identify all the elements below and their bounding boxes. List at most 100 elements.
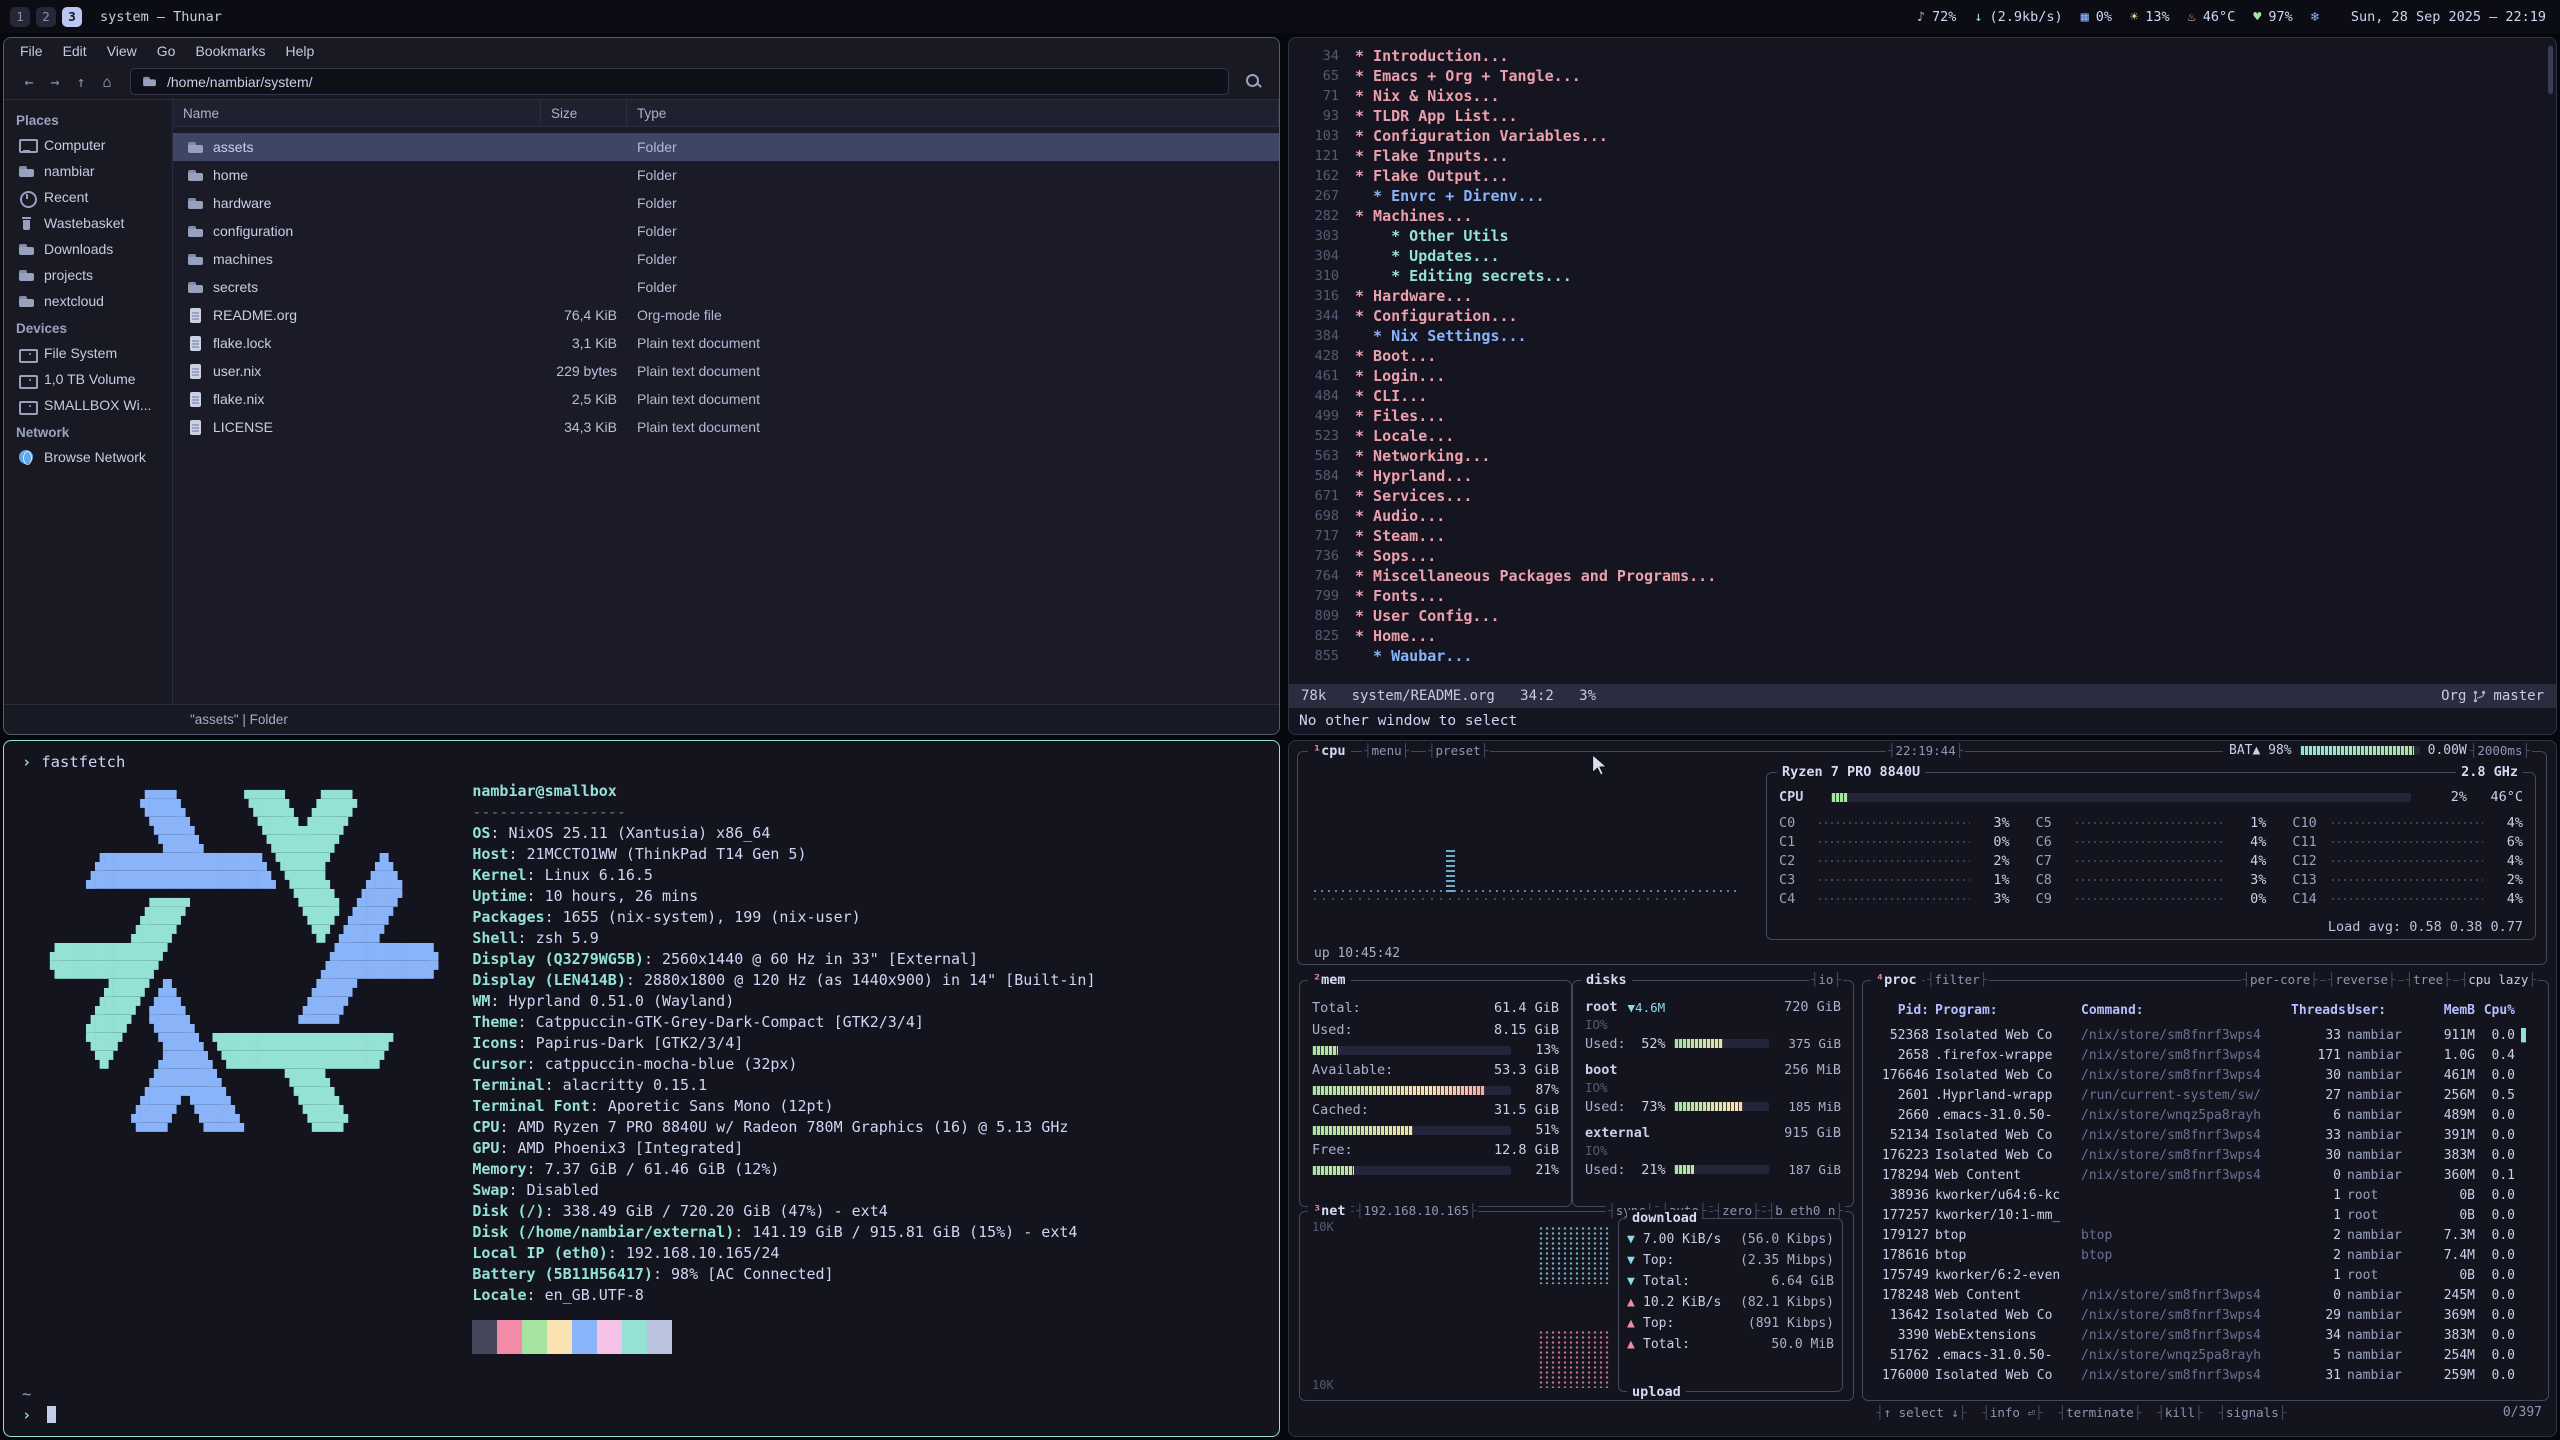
terminal-window[interactable]: ›fastfetch ▗▄▄▄ ▗▄▄▄▄ ▄▄▄▖ ▜███▙ ▜███▙ ▟… — [3, 740, 1280, 1437]
sidebar-item-browse-network[interactable]: Browse Network — [4, 444, 172, 470]
menu-item[interactable]: File — [10, 38, 53, 64]
file-row[interactable]: assets Folder — [173, 133, 1279, 161]
proc-toggle[interactable]: per-core — [2241, 972, 2320, 987]
file-row[interactable]: hardware Folder — [173, 189, 1279, 217]
scrollbar-thumb[interactable] — [2548, 46, 2553, 94]
process-row[interactable]: 178616btopbtop2nambiar7.4M0.0 — [1873, 1245, 2538, 1265]
sidebar-item-file-system[interactable]: File System — [4, 340, 172, 366]
proc-column-header[interactable]: Command: — [2081, 1003, 2285, 1018]
path-bar[interactable]: /home/nambiar/system/ — [130, 68, 1229, 95]
up-button[interactable]: ↑ — [68, 69, 94, 95]
sidebar-item-projects[interactable]: projects — [4, 262, 172, 288]
process-row[interactable]: 178294Web Content/nix/store/sm8fnrf3wps4… — [1873, 1165, 2538, 1185]
process-row[interactable]: 176646Isolated Web Co/nix/store/sm8fnrf3… — [1873, 1065, 2538, 1085]
process-row[interactable]: 52134Isolated Web Co/nix/store/sm8fnrf3w… — [1873, 1125, 2538, 1145]
preset-button[interactable]: preset — [1426, 743, 1490, 758]
globe-icon — [18, 449, 35, 466]
workspace-3[interactable]: 3 — [62, 7, 82, 27]
column-header-name[interactable]: Name — [173, 100, 541, 126]
process-row[interactable]: 38936kworker/u64:6-kc1root0B0.0 — [1873, 1185, 2538, 1205]
footer-button[interactable]: terminate — [2057, 1405, 2144, 1420]
process-row[interactable]: 178248Web Content/nix/store/sm8fnrf3wps4… — [1873, 1285, 2538, 1305]
home-button[interactable]: ⌂ — [94, 69, 120, 95]
update-interval-chip[interactable]: 2000ms — [2468, 743, 2532, 758]
workspace-2[interactable]: 2 — [36, 7, 56, 27]
io-mode-toggle[interactable]: io — [1809, 972, 1843, 987]
proc-column-header[interactable]: Pid: — [1873, 1003, 1929, 1018]
proc-column-header[interactable]: User: — [2347, 1003, 2417, 1018]
proc-column-header[interactable]: Cpu% — [2481, 1003, 2515, 1018]
process-row[interactable]: 2658.firefox-wrappe/nix/store/sm8fnrf3wp… — [1873, 1045, 2538, 1065]
cpu-icon[interactable]: ▦ 0% — [2081, 9, 2112, 25]
network-toggle[interactable]: b eth0 n — [1766, 1203, 1845, 1218]
column-header-type[interactable]: Type — [627, 100, 1279, 126]
process-row[interactable]: 176000Isolated Web Co/nix/store/sm8fnrf3… — [1873, 1365, 2538, 1385]
sidebar-item-wastebasket[interactable]: Wastebasket — [4, 210, 172, 236]
search-button[interactable] — [1239, 68, 1267, 95]
menu-item[interactable]: Help — [276, 38, 325, 64]
back-button[interactable]: ← — [16, 69, 42, 95]
org-heading: * Files... — [1355, 406, 1445, 426]
battery-icon[interactable]: ♥ 97% — [2253, 9, 2293, 25]
filter-button[interactable]: filter — [1925, 972, 1989, 987]
graph-scale-top: 10K — [1312, 1220, 1334, 1234]
footer-button[interactable]: ↑ select ↓ — [1874, 1405, 1968, 1420]
forward-button[interactable]: → — [42, 69, 68, 95]
process-row[interactable]: 177257kworker/10:1-mm_1root0B0.0 — [1873, 1205, 2538, 1225]
file-row[interactable]: flake.lock 3,1 KiB Plain text document — [173, 329, 1279, 357]
file-row[interactable]: secrets Folder — [173, 273, 1279, 301]
workspace-1[interactable]: 1 — [10, 7, 30, 27]
menu-item[interactable]: Go — [147, 38, 186, 64]
proc-column-header[interactable]: Program: — [1935, 1003, 2075, 1018]
clock[interactable]: Sun, 28 Sep 2025 – 22:19 — [2344, 9, 2546, 25]
file-row[interactable]: flake.nix 2,5 KiB Plain text document — [173, 385, 1279, 413]
disk-row: root▼4.6M720 GiB — [1585, 997, 1841, 1017]
process-row[interactable]: 2660.emacs-31.0.50-/nix/store/wnqz5pa8ra… — [1873, 1105, 2538, 1125]
column-header-size[interactable]: Size — [541, 100, 627, 126]
column-headers: Name Size Type — [173, 100, 1279, 127]
network-toggle[interactable]: zero — [1713, 1203, 1762, 1218]
sidebar-item-recent[interactable]: Recent — [4, 184, 172, 210]
file-row[interactable]: user.nix 229 bytes Plain text document — [173, 357, 1279, 385]
proc-column-header[interactable]: MemB — [2423, 1003, 2475, 1018]
sidebar-item-1tb-volume[interactable]: 1,0 TB Volume — [4, 366, 172, 392]
file-row[interactable]: home Folder — [173, 161, 1279, 189]
footer-button[interactable]: info ⏎ — [1980, 1405, 2044, 1420]
sort-selector[interactable]: cpu lazy — [2459, 972, 2538, 987]
sidebar-item-computer[interactable]: Computer — [4, 132, 172, 158]
file-row[interactable]: LICENSE 34,3 KiB Plain text document — [173, 413, 1279, 441]
network-icon[interactable]: ↓ (2.9kb/s) — [1974, 9, 2062, 25]
temperature-icon[interactable]: ♨ 46°C — [2188, 9, 2236, 25]
menu-item[interactable]: View — [97, 38, 147, 64]
proc-column-header[interactable]: Threads: — [2291, 1003, 2341, 1018]
process-row[interactable]: 51762.emacs-31.0.50-/nix/store/wnqz5pa8r… — [1873, 1345, 2538, 1365]
sidebar-item-nambiar[interactable]: nambiar — [4, 158, 172, 184]
menu-item[interactable]: Bookmarks — [185, 38, 275, 64]
thunar-window[interactable]: File Edit View Go Bookmarks Help ← → ↑ ⌂… — [3, 37, 1280, 735]
footer-button[interactable]: kill — [2155, 1405, 2204, 1420]
emacs-window[interactable]: 34* Introduction... 65* Emacs + Org + Ta… — [1288, 37, 2557, 735]
process-row[interactable]: 175749kworker/6:2-even1root0B0.0 — [1873, 1265, 2538, 1285]
process-row[interactable]: 13642Isolated Web Co/nix/store/sm8fnrf3w… — [1873, 1305, 2538, 1325]
proc-toggle[interactable]: tree — [2404, 972, 2453, 987]
file-row[interactable]: machines Folder — [173, 245, 1279, 273]
volume-icon[interactable]: ♪ 72% — [1917, 9, 1957, 25]
process-row[interactable]: 2601.Hyprland-wrapp/run/current-system/s… — [1873, 1085, 2538, 1105]
footer-button[interactable]: signals — [2217, 1405, 2289, 1420]
btop-window[interactable]: ¹cpu menu preset 22:19:44 BAT▲ 98% 0.00W… — [1288, 740, 2557, 1437]
proc-toggle[interactable]: reverse — [2326, 972, 2398, 987]
brightness-icon[interactable]: ☀ 13% — [2130, 9, 2170, 25]
process-row[interactable]: 179127btopbtop2nambiar7.3M0.0 — [1873, 1225, 2538, 1245]
process-row[interactable]: 176223Isolated Web Co/nix/store/sm8fnrf3… — [1873, 1145, 2538, 1165]
sidebar-item-downloads[interactable]: Downloads — [4, 236, 172, 262]
process-row[interactable]: 3390WebExtensions/nix/store/sm8fnrf3wps4… — [1873, 1325, 2538, 1345]
process-row[interactable]: 52368Isolated Web Co/nix/store/sm8fnrf3w… — [1873, 1025, 2538, 1045]
sidebar-item-smallbox[interactable]: SMALLBOX Wi... — [4, 392, 172, 418]
nix-icon[interactable]: ❄ — [2311, 9, 2326, 25]
menu-item[interactable]: Edit — [53, 38, 97, 64]
file-row[interactable]: configuration Folder — [173, 217, 1279, 245]
search-icon — [1245, 73, 1262, 90]
menu-button[interactable]: menu — [1362, 743, 1411, 758]
file-row[interactable]: README.org 76,4 KiB Org-mode file — [173, 301, 1279, 329]
sidebar-item-nextcloud[interactable]: nextcloud — [4, 288, 172, 314]
